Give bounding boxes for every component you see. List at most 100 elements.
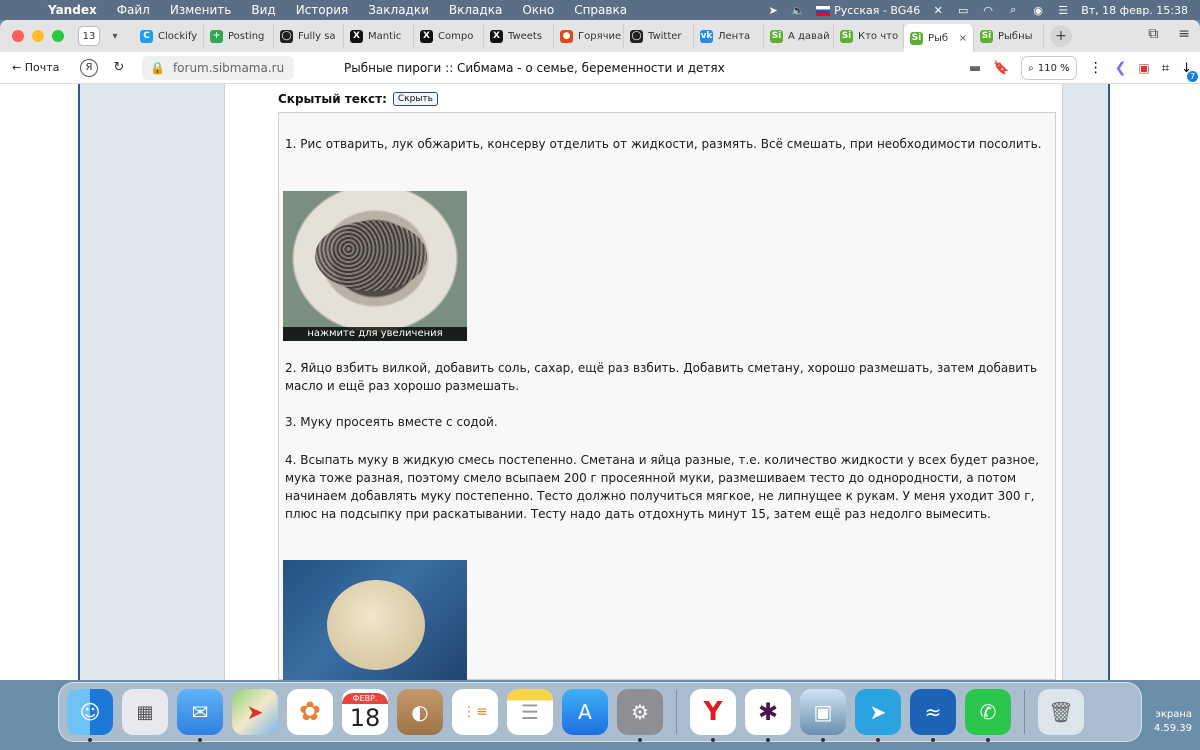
- trash-icon[interactable]: 🗑: [1038, 689, 1084, 735]
- mail-icon[interactable]: ✉: [177, 689, 223, 742]
- bookmark-icon[interactable]: 🔖: [993, 61, 1009, 76]
- tab-label: Clockify: [158, 30, 198, 42]
- chevron-down-icon[interactable]: ▾: [104, 26, 126, 46]
- menu-bookmarks[interactable]: Закладки: [358, 3, 439, 17]
- input-source[interactable]: Русская - BG46: [816, 4, 920, 17]
- bluetooth-icon[interactable]: ✕: [931, 4, 945, 17]
- user-icon[interactable]: ◉: [1031, 4, 1045, 17]
- tab-5[interactable]: X Tweets: [484, 24, 554, 48]
- menu-help[interactable]: Справка: [564, 3, 637, 17]
- calendar-icon[interactable]: ФЕВР. 18: [342, 689, 388, 735]
- more-icon[interactable]: ⋮: [1089, 60, 1103, 76]
- address-bar[interactable]: 🔒 forum.sibmama.ru: [142, 55, 294, 80]
- lock-icon: 🔒: [150, 60, 165, 75]
- back-button[interactable]: ← Почта: [0, 61, 70, 74]
- tab-10[interactable]: Si Кто что: [834, 24, 904, 48]
- spotlight-icon[interactable]: ⌕: [1006, 3, 1020, 17]
- zoom-icon: ⌕: [1028, 62, 1034, 74]
- tab-6[interactable]: ● Горячие: [554, 24, 624, 48]
- battery-icon[interactable]: ▭: [956, 4, 970, 17]
- control-center-icon[interactable]: ☰: [1056, 4, 1070, 17]
- reminders-icon[interactable]: ⋮≡: [452, 689, 498, 735]
- forum-frame: Скрытый текст: Скрыть 1. Рис отварить, л…: [78, 84, 1110, 680]
- menu-app-name[interactable]: Yandex: [38, 3, 107, 17]
- alice-icon[interactable]: ❮: [1115, 60, 1127, 76]
- volume-icon[interactable]: 🔈: [791, 4, 805, 17]
- dock-separator-2: [1024, 690, 1025, 734]
- openoffice-icon[interactable]: ≈: [910, 689, 956, 742]
- filling-photo[interactable]: нажмите для увеличения: [283, 191, 467, 341]
- close-window-button[interactable]: [12, 30, 24, 42]
- app-store-icon[interactable]: A: [562, 689, 608, 735]
- comment-icon[interactable]: ▬: [969, 61, 981, 76]
- tab-12[interactable]: Si Рыбны: [974, 24, 1044, 48]
- contacts-icon[interactable]: ◐: [397, 689, 443, 735]
- window-controls: [0, 30, 78, 42]
- extension-icon[interactable]: ▣: [1138, 61, 1149, 75]
- telegram-icon[interactable]: ➤: [855, 689, 901, 742]
- photo-caption[interactable]: нажмите для увеличения: [283, 327, 467, 341]
- yandex-browser-icon[interactable]: Y: [690, 689, 736, 742]
- launchpad-icon[interactable]: ▦: [122, 689, 168, 735]
- tab-favicon-icon: X: [420, 29, 433, 43]
- tab-3[interactable]: X Mantic: [344, 24, 414, 48]
- tab-count-button[interactable]: 13: [78, 26, 100, 46]
- finder-icon[interactable]: ☺: [67, 689, 113, 742]
- tab-1[interactable]: + Posting: [204, 24, 274, 48]
- browser-window: 13 ▾ C Clockify + Posting ◯ Fully sa X Mantic X C…: [0, 20, 1200, 680]
- yandex-button[interactable]: Я: [78, 57, 100, 79]
- maps-icon[interactable]: ➤: [232, 689, 278, 735]
- tab-label: Posting: [228, 30, 265, 42]
- tab-label: Рыбны: [998, 30, 1033, 42]
- zoom-window-button[interactable]: [52, 30, 64, 42]
- extensions-icon[interactable]: ⌗: [1162, 61, 1169, 76]
- preview-icon[interactable]: ▣: [800, 689, 846, 742]
- tab-favicon-icon: Si: [910, 31, 923, 45]
- menu-clock[interactable]: Вт, 18 февр. 15:38: [1081, 4, 1188, 17]
- hide-spoiler-button[interactable]: Скрыть: [392, 92, 438, 106]
- tab-9[interactable]: Si А давай: [764, 24, 834, 48]
- tab-0[interactable]: C Clockify: [134, 24, 204, 48]
- minimize-window-button[interactable]: [32, 30, 44, 42]
- menu-file[interactable]: Файл: [107, 3, 160, 17]
- tab-manager-icon[interactable]: ⧉: [1148, 26, 1158, 42]
- browser-menu-icon[interactable]: ≡: [1178, 26, 1190, 42]
- tab-4[interactable]: X Compo: [414, 24, 484, 48]
- dough-photo[interactable]: [283, 560, 467, 680]
- close-tab-icon[interactable]: ×: [959, 33, 967, 44]
- desktop-file-label[interactable]: экрана 4.59.39: [1154, 708, 1192, 736]
- zoom-indicator[interactable]: ⌕ 110 %: [1021, 56, 1077, 80]
- menu-history[interactable]: История: [286, 3, 359, 17]
- downloads-button[interactable]: ↓ 7: [1181, 61, 1198, 82]
- notes-icon[interactable]: ☰: [507, 689, 553, 735]
- menu-tab[interactable]: Вкладка: [439, 3, 512, 17]
- reload-icon[interactable]: ↻: [108, 57, 130, 79]
- system-settings-icon[interactable]: ⚙: [617, 689, 663, 742]
- slack-icon[interactable]: ✱: [745, 689, 791, 742]
- dough-ball: [327, 580, 425, 670]
- recipe-step-2: 2. Яйцо взбить вилкой, добавить соль, са…: [285, 361, 1038, 393]
- photos-icon[interactable]: ✿: [287, 689, 333, 735]
- menu-view[interactable]: Вид: [241, 3, 285, 17]
- tab-favicon-icon: vk: [700, 29, 713, 43]
- tab-favicon-icon: Si: [980, 29, 993, 43]
- menu-edit[interactable]: Изменить: [160, 3, 242, 17]
- tab-11[interactable]: Si Рыб ×: [904, 24, 974, 52]
- tab-7[interactable]: ◯ Twitter: [624, 24, 694, 48]
- tab-favicon-icon: +: [210, 29, 223, 43]
- spoiler-content: 1. Рис отварить, лук обжарить, консерву …: [278, 112, 1056, 680]
- tab-favicon-icon: C: [140, 29, 153, 43]
- tab-8[interactable]: vk Лента: [694, 24, 764, 48]
- new-tab-button[interactable]: +: [1050, 25, 1072, 47]
- wifi-icon[interactable]: ◠: [981, 4, 995, 17]
- tab-label: Twitter: [648, 30, 682, 42]
- menu-window[interactable]: Окно: [512, 3, 564, 17]
- tab-favicon-icon: Si: [840, 29, 853, 43]
- navigation-icon[interactable]: ➤: [766, 4, 780, 17]
- tab-label: Fully sa: [298, 30, 336, 42]
- tab-label: Горячие: [578, 30, 622, 42]
- recipe-step-3: 3. Муку просеять вместе с содой.: [285, 415, 498, 429]
- tab-2[interactable]: ◯ Fully sa: [274, 24, 344, 48]
- whatsapp-icon[interactable]: ✆: [965, 689, 1011, 742]
- desktop-file-label-line2: 4.59.39: [1153, 723, 1192, 734]
